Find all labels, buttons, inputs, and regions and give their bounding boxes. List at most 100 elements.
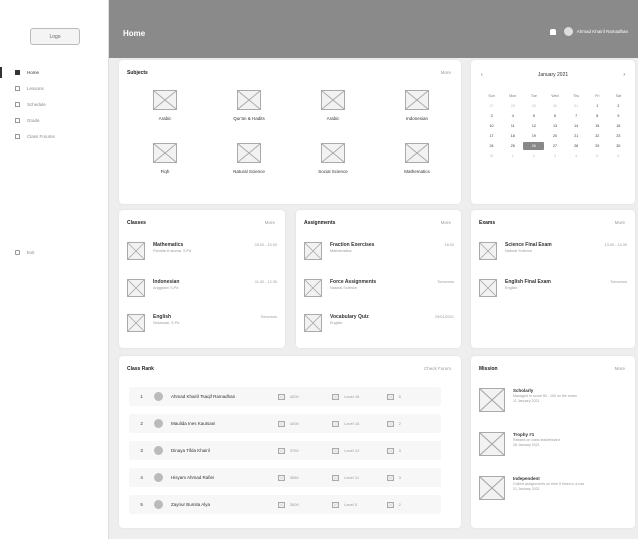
calendar-date[interactable]: 8: [587, 112, 608, 120]
calendar-date[interactable]: 3: [544, 152, 565, 160]
calendar-date[interactable]: 27: [481, 102, 502, 110]
table-row[interactable]: 3 Dinaya Tifda Khairil 3750 Level 12 3: [129, 441, 441, 460]
table-row[interactable]: 4 Hisyam Ahmad Rafiei 3080 Level 11 3: [129, 468, 441, 487]
calendar-date[interactable]: 4: [566, 152, 587, 160]
chevron-right-icon[interactable]: ›: [623, 72, 625, 78]
sidebar-nav: Home Lessons Schedule Grade Class Forums: [0, 66, 108, 146]
calendar-date[interactable]: 7: [566, 112, 587, 120]
sidebar-item-lessons[interactable]: Lessons: [0, 82, 108, 95]
subject-tile[interactable]: Fiqh: [125, 143, 205, 174]
calendar-date[interactable]: 22: [587, 132, 608, 140]
rank-number: 4: [140, 475, 143, 480]
mission-item[interactable]: Independent Collect assignments on time 5…: [479, 476, 627, 500]
calendar-date[interactable]: 30: [608, 142, 629, 150]
subjects-more-link[interactable]: More: [441, 70, 451, 75]
calendar-date[interactable]: 23: [608, 132, 629, 140]
calendar-date[interactable]: 2: [523, 152, 544, 160]
classes-item[interactable]: English Sekarsari, S.Pd Tomorrow: [127, 314, 277, 332]
assignments-item[interactable]: Force Assignments Natural Science Tomorrow: [304, 279, 454, 297]
user-menu[interactable]: Ahmad Khairil Ramadhan: [549, 27, 628, 36]
calendar-date[interactable]: 21: [566, 132, 587, 140]
calendar-date[interactable]: 4: [502, 112, 523, 120]
classes-item[interactable]: Indonesian Anggraini S.Pd 11.00 - 12.30: [127, 279, 277, 297]
calendar-date[interactable]: 28: [502, 102, 523, 110]
item-subtitle: English: [330, 321, 343, 325]
assignments-item-text: Fraction Exercises Mathematics: [330, 242, 374, 254]
subject-image-placeholder: [321, 90, 345, 110]
classes-more-link[interactable]: More: [265, 220, 275, 225]
subject-tile[interactable]: Indonesian: [377, 90, 457, 121]
sidebar-item-home[interactable]: Home: [0, 66, 108, 79]
calendar-date[interactable]: 11: [502, 122, 523, 130]
subject-tile[interactable]: Natural Science: [209, 143, 289, 174]
calendar-date[interactable]: 25: [502, 142, 523, 150]
assignments-more-link[interactable]: More: [441, 220, 451, 225]
item-subtitle: Natural Science: [505, 249, 532, 253]
subject-tile[interactable]: Social Science: [293, 143, 373, 174]
subject-tile[interactable]: Mathematics: [377, 143, 457, 174]
sidebar-item-schedule[interactable]: Schedule: [0, 98, 108, 111]
calendar-date[interactable]: 14: [566, 122, 587, 130]
calendar-date[interactable]: 28: [566, 142, 587, 150]
calendar-date[interactable]: 13: [544, 122, 565, 130]
subject-image-placeholder: [153, 143, 177, 163]
exams-item[interactable]: English Final Exam English Tomorrow: [479, 279, 627, 297]
calendar-date[interactable]: 1: [502, 152, 523, 160]
calendar-date[interactable]: 1: [587, 102, 608, 110]
item-subtitle: Natural Science: [330, 286, 357, 290]
calendar-date[interactable]: 15: [587, 122, 608, 130]
assignments-item[interactable]: Vocabulary Quiz English 29/01/2021: [304, 314, 454, 332]
calendar-date[interactable]: 17: [481, 132, 502, 140]
calendar-date[interactable]: 24: [481, 142, 502, 150]
level-cell: Level 5: [332, 501, 386, 508]
calendar-date[interactable]: 26: [523, 142, 545, 150]
calendar-date[interactable]: 30: [544, 102, 565, 110]
subject-tile[interactable]: Arabic: [293, 90, 373, 121]
mission-item[interactable]: Scholarly Managed to score 90 - 100 on th…: [479, 388, 627, 412]
calendar-date[interactable]: 3: [481, 112, 502, 120]
item-title: English: [153, 314, 172, 320]
mission-more-link[interactable]: More: [615, 366, 625, 371]
calendar-date[interactable]: 19: [523, 132, 544, 140]
calendar-date[interactable]: 20: [544, 132, 565, 140]
subject-tile[interactable]: Arabic: [125, 90, 205, 121]
classes-item[interactable]: Mathematics Pandita Kusuma, S.Pd 03.00 - 1…: [127, 242, 277, 260]
table-row[interactable]: 5 Zaynur Bumita Alya 3000 Level 5 2: [129, 495, 441, 514]
mission-text: Scholarly Managed to score 90 - 100 on th…: [513, 388, 623, 403]
subject-tile[interactable]: Qur'an & Hadits: [209, 90, 289, 121]
calendar-date[interactable]: 12: [523, 122, 544, 130]
calendar-date[interactable]: 5: [523, 112, 544, 120]
rank-number: 2: [140, 421, 143, 426]
calendar-date[interactable]: 16: [608, 122, 629, 130]
xp-cell: 3080: [277, 474, 332, 481]
mission-item[interactable]: Trophy #1 Ranked on class leaderboard 26 J…: [479, 432, 627, 456]
sidebar-item-grade[interactable]: Grade: [0, 114, 108, 127]
calendar-date[interactable]: 31: [481, 152, 502, 160]
exams-more-link[interactable]: More: [615, 220, 625, 225]
calendar-date[interactable]: 18: [502, 132, 523, 140]
calendar-date[interactable]: 5: [587, 152, 608, 160]
avatar: [154, 473, 163, 482]
calendar-date[interactable]: 2: [608, 102, 629, 110]
calendar-date[interactable]: 29: [523, 102, 544, 110]
table-row[interactable]: 2 Maulida Ines Kautsani 4200 Level 16 2: [129, 414, 441, 433]
calendar-date[interactable]: 31: [566, 102, 587, 110]
exams-item-text: English Final Exam English: [505, 279, 551, 291]
calendar-date[interactable]: 27: [544, 142, 565, 150]
item-image-placeholder: [304, 279, 322, 297]
calendar-date[interactable]: 29: [587, 142, 608, 150]
student-name: Hisyam Ahmad Rafiei: [170, 475, 215, 480]
bell-icon[interactable]: [549, 28, 556, 35]
calendar-date[interactable]: 6: [544, 112, 565, 120]
calendar-date[interactable]: 9: [608, 112, 629, 120]
exit-button[interactable]: Exit: [15, 250, 35, 255]
sidebar-item-class-forums[interactable]: Class Forums: [0, 130, 108, 143]
assignments-item[interactable]: Fraction Exercises Mathematics 18.00: [304, 242, 454, 260]
table-row[interactable]: 1 Ahmad Khairil Tsaqif Ramadhan 4200 Level …: [129, 387, 441, 406]
calendar-date[interactable]: 10: [481, 122, 502, 130]
assignments-card: Assignments More Fraction Exercises Mathe…: [296, 210, 461, 348]
chevron-left-icon[interactable]: ‹: [481, 72, 483, 78]
exams-item[interactable]: Science Final Exam Natural Science 13.00 -…: [479, 242, 627, 260]
calendar-date[interactable]: 6: [608, 152, 629, 160]
check-forum-link[interactable]: Check Forum: [424, 366, 451, 371]
